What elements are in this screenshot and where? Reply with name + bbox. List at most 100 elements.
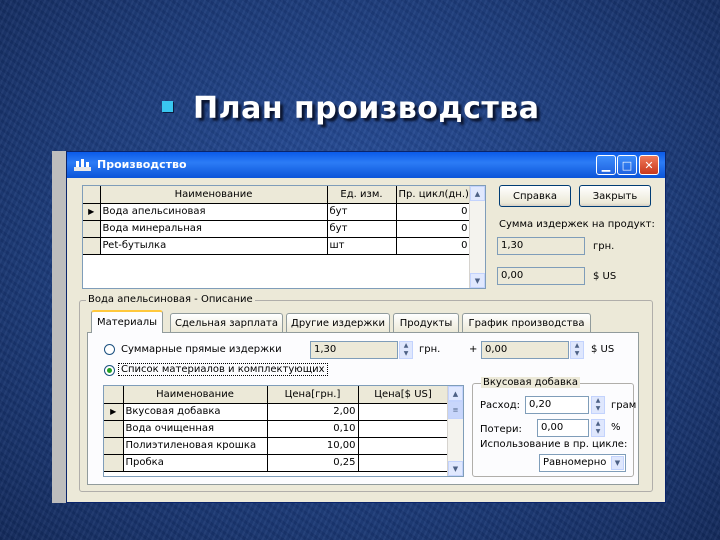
table-row[interactable]: Полиэтиленовая крошка 10,00 — [104, 437, 449, 455]
scroll-thumb[interactable]: ≡ — [448, 401, 463, 419]
loss-spinner[interactable]: ▲ ▼ — [591, 419, 605, 437]
total-uah-spinner[interactable]: ▲ ▼ — [399, 341, 413, 359]
current-row-icon: ▶ — [104, 403, 124, 421]
table-row[interactable]: Pet-бутылка шт 0 — [83, 237, 471, 255]
description-group-title: Вода апельсиновая - Описание — [86, 294, 255, 305]
material-price-uah[interactable]: 0,25 — [267, 454, 359, 472]
product-unit[interactable]: бут — [327, 220, 397, 238]
tab-materials[interactable]: Материалы — [91, 310, 163, 333]
window-titlebar[interactable]: Производство ▁ □ ✕ — [67, 152, 665, 178]
usage-dropdown-value: Равномерно — [543, 457, 607, 468]
material-name[interactable]: Полиэтиленовая крошка — [123, 437, 268, 455]
close-button[interactable]: Закрыть — [579, 185, 651, 207]
material-name[interactable]: Вода очищенная — [123, 420, 268, 438]
tab-production-schedule[interactable]: График производства — [462, 313, 591, 332]
radio-materials-list[interactable] — [104, 365, 115, 376]
summary-label: Сумма издержек на продукт: — [499, 219, 655, 230]
radio-total-costs-label[interactable]: Суммарные прямые издержки — [121, 344, 282, 355]
bullet-icon — [162, 100, 173, 112]
tab-products[interactable]: Продукты — [393, 313, 459, 332]
summary-uah-field: 1,30 — [497, 237, 585, 255]
minimize-button[interactable]: ▁ — [596, 155, 616, 175]
loss-field[interactable]: 0,00 — [537, 419, 589, 437]
products-header-row: Наименование Ед. изм. Пр. цикл(дн.) — [83, 186, 471, 204]
row-selector[interactable] — [104, 454, 124, 472]
products-scrollbar[interactable]: ▲ ▼ — [469, 186, 485, 288]
material-price-usd[interactable] — [358, 420, 449, 438]
radio-materials-list-label[interactable]: Список материалов и комплектующих — [118, 363, 328, 376]
materials-scrollbar[interactable]: ▲ ≡ ▼ — [447, 386, 463, 476]
total-uah-unit: грн. — [419, 344, 441, 355]
summary-uah-unit: грн. — [593, 241, 615, 252]
product-unit[interactable]: бут — [327, 203, 397, 221]
product-name[interactable]: Вода минеральная — [100, 220, 328, 238]
column-header[interactable]: Пр. цикл(дн.) — [396, 186, 471, 204]
consumption-unit: грам — [611, 400, 637, 411]
close-window-button[interactable]: ✕ — [639, 155, 659, 175]
product-unit[interactable]: шт — [327, 237, 397, 255]
material-price-uah[interactable]: 2,00 — [267, 403, 359, 421]
usage-dropdown[interactable]: Равномерно ▼ — [539, 454, 626, 472]
product-name[interactable]: Вода апельсиновая — [100, 203, 328, 221]
material-price-usd[interactable] — [358, 403, 449, 421]
slide-title-text: План производства — [193, 90, 540, 126]
table-row[interactable]: ▶ Вода апельсиновая бут 0 — [83, 203, 471, 221]
app-icon — [74, 159, 91, 171]
material-price-uah[interactable]: 0,10 — [267, 420, 359, 438]
table-row[interactable]: ▶ Вкусовая добавка 2,00 — [104, 403, 449, 421]
column-header[interactable]: Наименование — [100, 186, 328, 204]
help-button[interactable]: Справка — [499, 185, 571, 207]
slide-title: План производства — [162, 88, 539, 128]
plus-sign: + — [469, 344, 478, 355]
materials-panel: Суммарные прямые издержки 1,30 ▲ ▼ грн. +… — [87, 332, 639, 485]
chevron-down-icon[interactable]: ▼ — [611, 456, 624, 470]
row-selector[interactable] — [104, 420, 124, 438]
material-name[interactable]: Вкусовая добавка — [123, 403, 268, 421]
scroll-down-icon[interactable]: ▼ — [448, 461, 463, 476]
tab-other-costs[interactable]: Другие издержки — [286, 313, 390, 332]
radio-total-costs[interactable] — [104, 344, 115, 355]
material-price-usd[interactable] — [358, 454, 449, 472]
maximize-button[interactable]: □ — [617, 155, 637, 175]
total-usd-unit: $ US — [591, 344, 615, 355]
maximize-icon: □ — [621, 158, 633, 172]
product-cycle[interactable]: 0 — [396, 220, 471, 238]
products-grid[interactable]: Наименование Ед. изм. Пр. цикл(дн.) ▶ Во… — [82, 185, 486, 289]
column-header[interactable]: Цена[грн.] — [267, 386, 359, 404]
total-usd-field[interactable]: 0,00 — [481, 341, 569, 359]
scroll-down-icon[interactable]: ▼ — [470, 273, 485, 288]
materials-header-row: Наименование Цена[грн.] Цена[$ US] — [104, 386, 449, 404]
materials-grid[interactable]: Наименование Цена[грн.] Цена[$ US] ▶ Вку… — [103, 385, 464, 477]
product-name[interactable]: Pet-бутылка — [100, 237, 328, 255]
consumption-spinner[interactable]: ▲ ▼ — [591, 396, 605, 414]
material-name[interactable]: Пробка — [123, 454, 268, 472]
row-selector-header — [104, 386, 124, 404]
row-selector[interactable] — [83, 237, 101, 255]
close-icon: ✕ — [644, 158, 654, 172]
column-header[interactable]: Наименование — [123, 386, 268, 404]
product-cycle[interactable]: 0 — [396, 237, 471, 255]
additive-group-title: Вкусовая добавка — [481, 377, 581, 388]
row-selector[interactable] — [104, 437, 124, 455]
table-row[interactable]: Вода очищенная 0,10 — [104, 420, 449, 438]
total-uah-field[interactable]: 1,30 — [310, 341, 398, 359]
table-row[interactable]: Пробка 0,25 — [104, 454, 449, 472]
table-row[interactable]: Вода минеральная бут 0 — [83, 220, 471, 238]
column-header[interactable]: Цена[$ US] — [358, 386, 449, 404]
loss-unit: % — [611, 422, 621, 433]
column-header[interactable]: Ед. изм. — [327, 186, 397, 204]
window-title: Производство — [97, 158, 187, 171]
scroll-up-icon[interactable]: ▲ — [448, 386, 463, 401]
scroll-up-icon[interactable]: ▲ — [470, 186, 485, 201]
consumption-label: Расход: — [480, 400, 520, 411]
consumption-field[interactable]: 0,20 — [525, 396, 589, 414]
row-selector-header — [83, 186, 101, 204]
summary-usd-field: 0,00 — [497, 267, 585, 285]
product-cycle[interactable]: 0 — [396, 203, 471, 221]
tab-piecework-wages[interactable]: Сдельная зарплата — [170, 313, 283, 332]
row-selector[interactable] — [83, 220, 101, 238]
material-price-uah[interactable]: 10,00 — [267, 437, 359, 455]
total-usd-spinner[interactable]: ▲ ▼ — [570, 341, 584, 359]
material-price-usd[interactable] — [358, 437, 449, 455]
usage-label: Использование в пр. цикле: — [480, 439, 628, 450]
